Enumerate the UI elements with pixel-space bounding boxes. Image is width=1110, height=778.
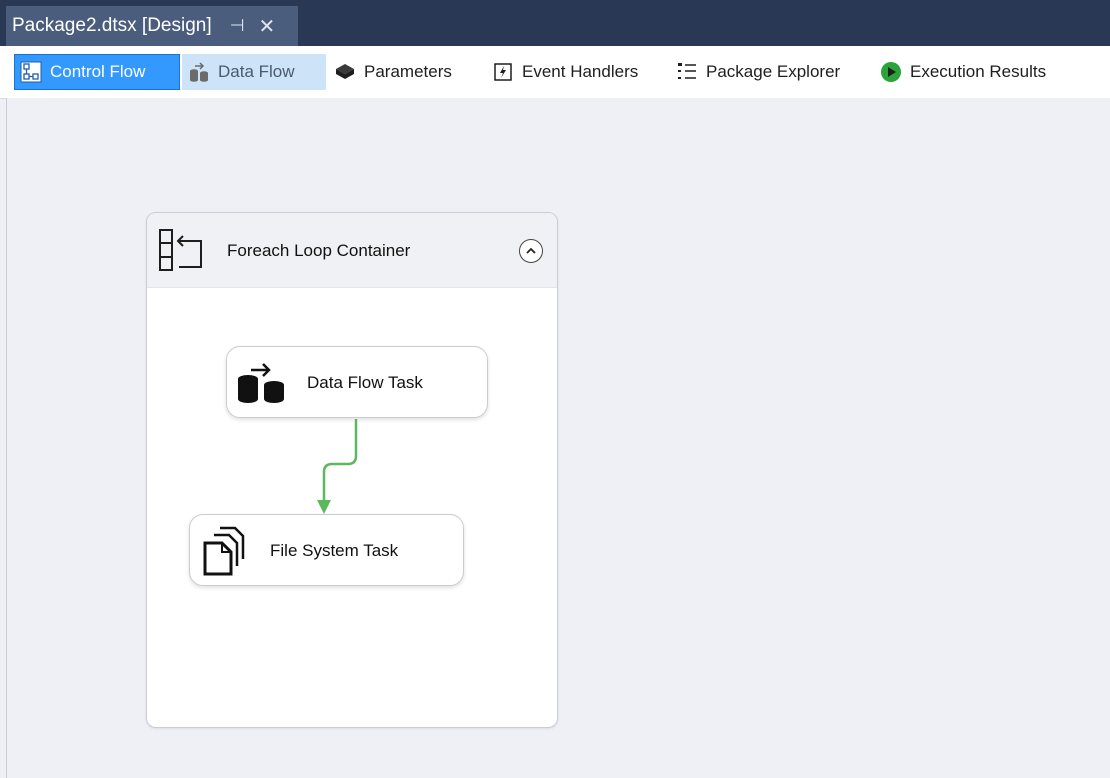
container-header[interactable]: Foreach Loop Container bbox=[147, 213, 557, 288]
tab-event-handlers[interactable]: Event Handlers bbox=[492, 54, 662, 90]
tab-label: Package Explorer bbox=[706, 62, 841, 81]
document-tab[interactable]: Package2.dtsx [Design] ⊣ ✕ bbox=[6, 6, 298, 46]
tab-control-flow[interactable]: Control Flow bbox=[14, 54, 180, 90]
tab-label: Execution Results bbox=[910, 62, 1047, 81]
foreach-loop-icon bbox=[159, 229, 202, 271]
tab-label: Control Flow bbox=[50, 62, 146, 81]
pin-icon[interactable]: ⊣ bbox=[230, 16, 245, 36]
control-flow-icon bbox=[20, 61, 42, 83]
task-label: File System Task bbox=[270, 541, 399, 560]
document-tab-title: Package2.dtsx [Design] bbox=[12, 15, 212, 36]
file-system-task[interactable]: File System Task bbox=[189, 514, 464, 586]
designer-tab-bar: Control Flow Data Flow Parameters Event … bbox=[0, 46, 1110, 99]
tab-label: Parameters bbox=[364, 62, 452, 81]
tab-execution-results[interactable]: Execution Results bbox=[880, 54, 1080, 90]
document-title-bar: Package2.dtsx [Design] ⊣ ✕ bbox=[0, 0, 1110, 46]
foreach-loop-container[interactable]: Foreach Loop Container bbox=[146, 212, 558, 728]
tab-label: Data Flow bbox=[218, 62, 295, 81]
collapse-button[interactable] bbox=[519, 239, 543, 263]
event-handlers-icon bbox=[494, 63, 512, 81]
file-system-task-icon bbox=[203, 526, 245, 576]
execution-results-icon bbox=[881, 62, 901, 82]
tab-package-explorer[interactable]: Package Explorer bbox=[676, 54, 866, 90]
tab-label: Event Handlers bbox=[522, 62, 639, 81]
tab-parameters[interactable]: Parameters bbox=[334, 54, 474, 90]
data-flow-task-icon bbox=[238, 363, 284, 403]
tab-data-flow[interactable]: Data Flow bbox=[182, 54, 326, 90]
container-title: Foreach Loop Container bbox=[227, 241, 411, 260]
data-flow-icon bbox=[190, 62, 208, 82]
parameters-icon bbox=[336, 64, 354, 79]
chevron-up-icon bbox=[526, 247, 536, 254]
package-explorer-icon bbox=[678, 63, 696, 79]
close-icon[interactable]: ✕ bbox=[258, 14, 275, 39]
data-flow-task[interactable]: Data Flow Task bbox=[226, 346, 488, 418]
task-label: Data Flow Task bbox=[307, 373, 423, 392]
